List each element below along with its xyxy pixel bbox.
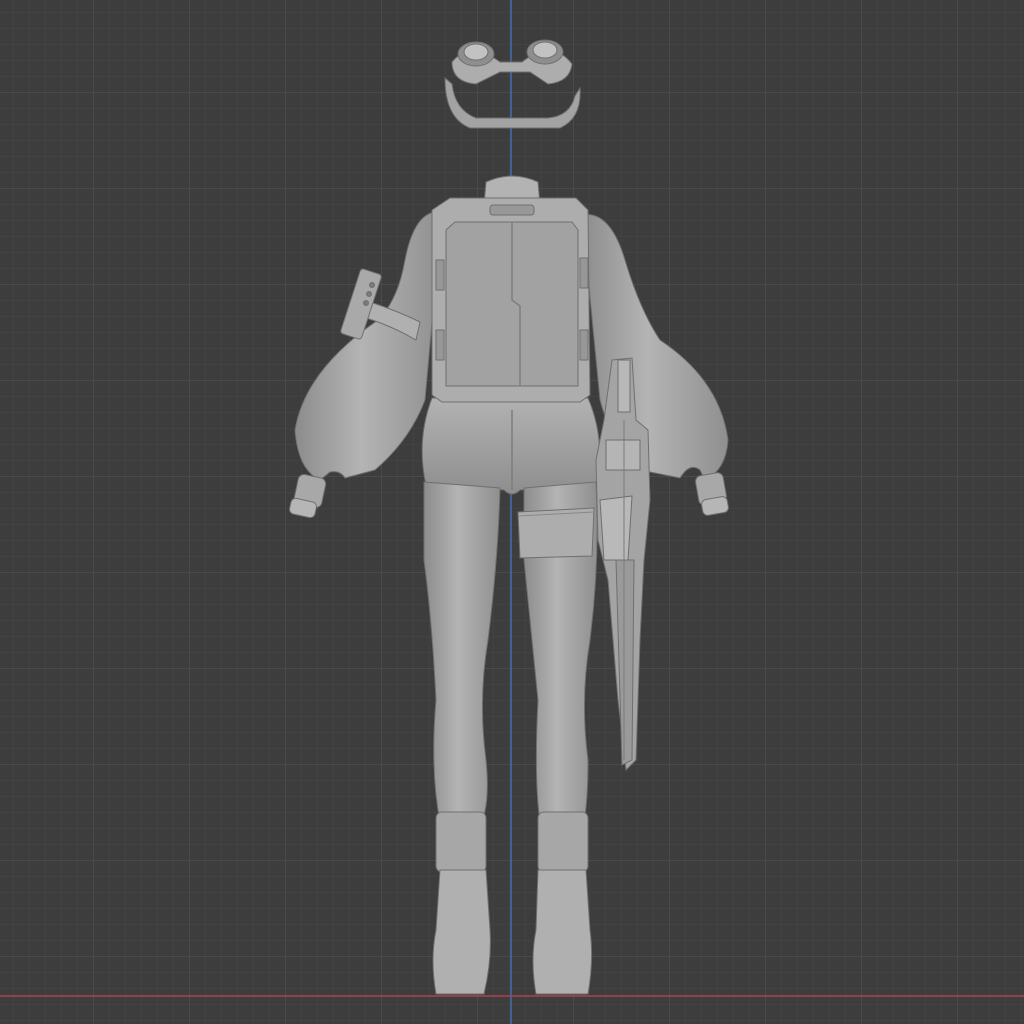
backpack[interactable] xyxy=(431,197,591,403)
grid-major xyxy=(0,0,1024,1024)
right-boot[interactable] xyxy=(532,811,593,995)
viewport-canvas[interactable] xyxy=(0,0,1024,1024)
left-boot[interactable] xyxy=(432,811,491,995)
blender-3d-viewport[interactable] xyxy=(0,0,1024,1024)
thigh-strap xyxy=(517,507,595,559)
hips[interactable] xyxy=(421,397,601,495)
